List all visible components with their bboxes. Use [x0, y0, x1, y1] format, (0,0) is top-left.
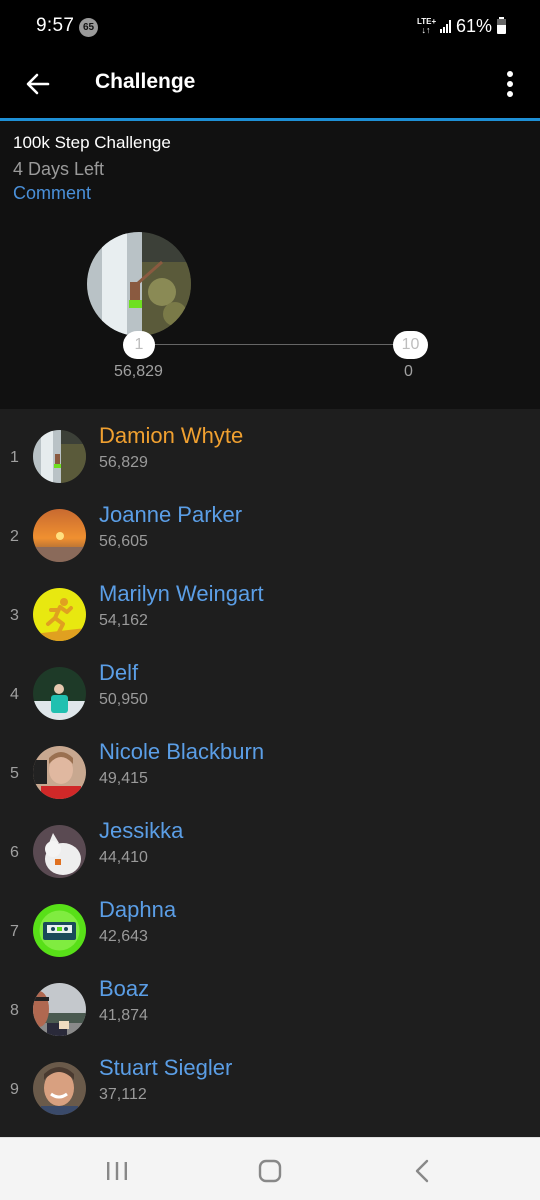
- step-count: 56,829: [99, 454, 148, 471]
- white-dog-photo-icon: [33, 825, 86, 878]
- avatar: [33, 509, 86, 562]
- more-vertical-icon: [507, 71, 513, 97]
- rank: 6: [10, 844, 19, 861]
- step-count: 44,410: [99, 849, 148, 866]
- leaderboard-row[interactable]: 2 Joanne Parker 56,605: [0, 488, 540, 567]
- step-count: 54,162: [99, 612, 148, 629]
- home-button[interactable]: [250, 1156, 290, 1186]
- avatar: [33, 904, 86, 957]
- challenge-name: 100k Step Challenge: [13, 133, 171, 152]
- cassette-icon: [33, 904, 86, 957]
- waterfall-photo-icon: [87, 232, 191, 336]
- last-steps: 0: [404, 363, 413, 380]
- data-arrows-icon: ↓↑: [421, 25, 431, 35]
- leaderboard-row[interactable]: 5 Nicole Blackburn 49,415: [0, 725, 540, 804]
- participant-name[interactable]: Damion Whyte: [99, 423, 243, 449]
- participant-name[interactable]: Boaz: [99, 976, 149, 1002]
- leaderboard-row[interactable]: 3 Marilyn Weingart 54,162: [0, 567, 540, 646]
- app-bar: Challenge: [0, 56, 540, 118]
- signal-icon: [439, 19, 451, 33]
- participant-name[interactable]: Stuart Siegler: [99, 1055, 232, 1081]
- leaderboard-row[interactable]: 6 Jessikka 44,410: [0, 804, 540, 883]
- rank: 9: [10, 1081, 19, 1098]
- step-count: 37,112: [99, 1086, 147, 1103]
- man-with-glasses-photo-icon: [33, 983, 86, 1036]
- battery-percent: 61%: [455, 15, 492, 36]
- battery-icon: [497, 16, 506, 34]
- rank: 3: [10, 607, 19, 624]
- rank: 8: [10, 1002, 19, 1019]
- leader-steps: 56,829: [114, 363, 163, 380]
- participant-name[interactable]: Nicole Blackburn: [99, 739, 264, 765]
- person-in-snow-photo-icon: [33, 667, 86, 720]
- avatar: [33, 746, 86, 799]
- avatar: [33, 1062, 86, 1115]
- leader-avatar[interactable]: [87, 232, 191, 336]
- more-options-button[interactable]: [498, 68, 522, 100]
- woman-portrait-photo-icon: [33, 746, 86, 799]
- leaderboard-row[interactable]: 4 Delf 50,950: [0, 646, 540, 725]
- avatar: [33, 983, 86, 1036]
- runner-icon: [33, 588, 86, 641]
- home-icon: [258, 1159, 282, 1183]
- progress-track: [139, 344, 409, 345]
- arrow-left-icon: [26, 73, 50, 95]
- rank: 4: [10, 686, 19, 703]
- rank: 2: [10, 528, 19, 545]
- participant-name[interactable]: Delf: [99, 660, 138, 686]
- avatar: [33, 667, 86, 720]
- back-button[interactable]: [22, 68, 54, 100]
- challenge-time-left: 4 Days Left: [13, 159, 105, 179]
- back-icon: [415, 1159, 429, 1183]
- leaderboard: 1 Damion Whyte 56,829 2 Joanne Parker 56…: [0, 409, 540, 1137]
- step-count: 50,950: [99, 691, 148, 708]
- page-title: Challenge: [95, 70, 196, 93]
- status-bar: 9:57 65 LTE+ ↓↑ 61%: [0, 0, 540, 56]
- rank: 1: [10, 449, 19, 466]
- status-time: 9:57: [36, 15, 75, 36]
- challenge-header: 100k Step Challenge 4 Days Left Comment …: [0, 121, 540, 409]
- recents-icon: [107, 1162, 127, 1180]
- system-nav-bar: [0, 1137, 540, 1200]
- avatar: [33, 825, 86, 878]
- comment-link[interactable]: Comment: [13, 183, 91, 204]
- participant-name[interactable]: Marilyn Weingart: [99, 581, 264, 607]
- notification-badge: 65: [79, 18, 98, 37]
- step-count: 56,605: [99, 533, 148, 550]
- avatar: [33, 430, 86, 483]
- avatar: [33, 588, 86, 641]
- participant-name[interactable]: Joanne Parker: [99, 502, 242, 528]
- recents-button[interactable]: [97, 1156, 137, 1186]
- sunset-photo-icon: [33, 509, 86, 562]
- step-count: 41,874: [99, 1007, 148, 1024]
- leaderboard-row[interactable]: 8 Boaz 41,874: [0, 962, 540, 1041]
- leaderboard-row[interactable]: 9 Stuart Siegler 37,112: [0, 1041, 540, 1120]
- waterfall-photo-icon: [33, 430, 86, 483]
- step-count: 49,415: [99, 770, 148, 787]
- lte-icon: LTE+ ↓↑: [417, 18, 436, 35]
- man-portrait-photo-icon: [33, 1062, 86, 1115]
- participant-name[interactable]: Jessikka: [99, 818, 183, 844]
- leaderboard-row[interactable]: 7 Daphna 42,643: [0, 883, 540, 962]
- last-rank-marker: 10: [393, 331, 428, 359]
- status-icons: LTE+ ↓↑ 61%: [417, 14, 506, 38]
- participant-name[interactable]: Daphna: [99, 897, 176, 923]
- leader-rank-marker: 1: [123, 331, 155, 359]
- rank: 5: [10, 765, 19, 782]
- leaderboard-row[interactable]: 1 Damion Whyte 56,829: [0, 409, 540, 488]
- step-count: 42,643: [99, 928, 148, 945]
- rank: 7: [10, 923, 19, 940]
- system-back-button[interactable]: [403, 1156, 443, 1186]
